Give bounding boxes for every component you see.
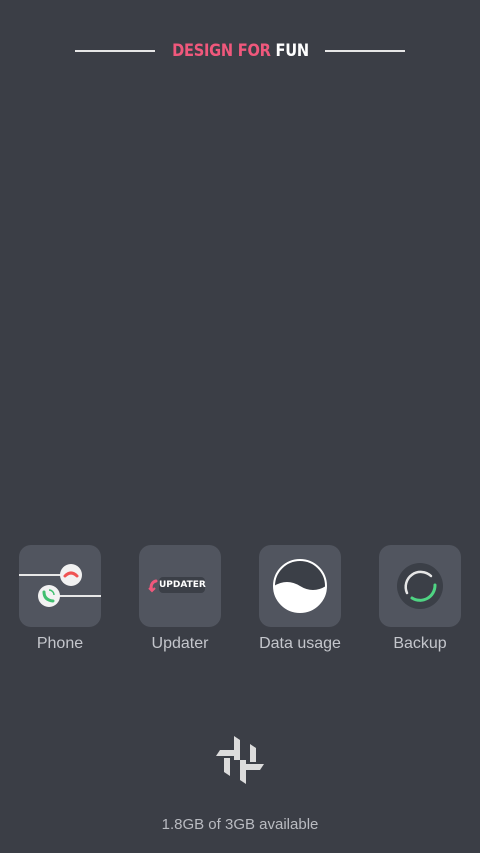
phone-icon[interactable] (19, 545, 101, 627)
backup-icon[interactable] (379, 545, 461, 627)
updater-badge: UPDATER (159, 577, 206, 593)
app-updater[interactable]: UPDATER Updater (120, 545, 240, 653)
app-label-backup: Backup (393, 635, 447, 652)
theme-logo-icon (210, 730, 270, 790)
header-text: DESIGN FOR FUN (172, 41, 309, 61)
header-left-line (74, 50, 155, 52)
app-data-usage[interactable]: Data usage (240, 545, 360, 653)
updater-icon[interactable]: UPDATER (139, 545, 221, 627)
app-backup[interactable]: Backup (360, 545, 480, 653)
header-plain-text: FUN (275, 41, 309, 61)
header-right-line (325, 50, 406, 52)
app-phone[interactable]: Phone (0, 545, 120, 653)
app-label-phone: Phone (36, 635, 84, 652)
header-accent-text: DESIGN FOR (171, 41, 271, 61)
app-label-data-usage: Data usage (259, 635, 341, 652)
header-title: DESIGN FOR FUN (0, 38, 480, 64)
app-label-updater: Updater (151, 635, 209, 652)
storage-available-text: 1.8GB of 3GB available (161, 816, 319, 833)
data-usage-icon[interactable] (259, 545, 341, 627)
